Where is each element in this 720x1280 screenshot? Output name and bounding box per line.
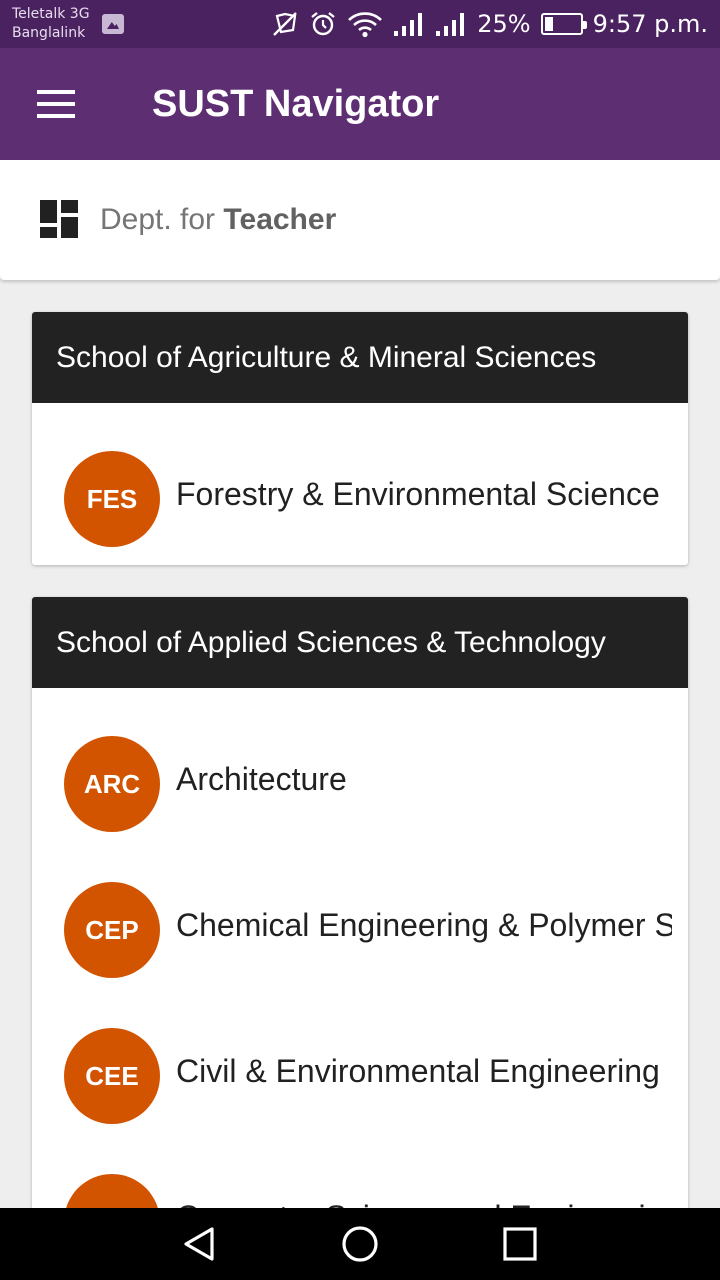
- carrier-2: Banglalink: [12, 25, 86, 41]
- app-title: SUST Navigator: [152, 82, 440, 125]
- dept-selector-label: Dept. for Teacher: [100, 203, 336, 237]
- dashboard-icon: [40, 200, 80, 240]
- image-notification-icon: [102, 14, 124, 34]
- app-bar: SUST Navigator: [0, 48, 720, 160]
- dept-name: Chemical Engineering & Polymer Science: [176, 907, 672, 943]
- school-list: School of Agriculture & Mineral Sciences…: [32, 312, 688, 1280]
- dept-name: Architecture: [176, 761, 347, 797]
- battery-icon: [540, 13, 587, 35]
- dept-code-badge: CEP: [64, 882, 160, 978]
- signal-1-icon: [394, 13, 423, 36]
- dept-code-badge: CEE: [64, 1028, 160, 1124]
- dept-selector[interactable]: Dept. for Teacher: [0, 160, 720, 280]
- school-header: School of Agriculture & Mineral Sciences: [32, 312, 688, 403]
- dept-item-cee[interactable]: CEE Civil & Environmental Engineering: [32, 1028, 688, 1174]
- carrier-info: Teletalk 3G Banglalink: [12, 5, 90, 43]
- carrier-1: Teletalk 3G: [12, 6, 90, 22]
- school-card: School of Agriculture & Mineral Sciences…: [32, 312, 688, 565]
- status-bar: Teletalk 3G Banglalink 25% 9:57 p.m.: [0, 0, 720, 48]
- hamburger-menu-icon[interactable]: [0, 48, 112, 160]
- dept-code-badge: ARC: [64, 736, 160, 832]
- signal-2-icon: [436, 13, 465, 36]
- dept-selector-audience: Teacher: [223, 203, 337, 236]
- system-nav-bar: [0, 1208, 720, 1280]
- dept-item-cep[interactable]: CEP Chemical Engineering & Polymer Scien…: [32, 882, 688, 1028]
- school-card: School of Applied Sciences & Technology …: [32, 597, 688, 1280]
- dept-code-badge: FES: [64, 451, 160, 547]
- clock: 9:57 p.m.: [592, 10, 708, 38]
- dept-item-arc[interactable]: ARC Architecture: [32, 736, 688, 882]
- school-header: School of Applied Sciences & Technology: [32, 597, 688, 688]
- dept-item-fes[interactable]: FES Forestry & Environmental Science: [32, 451, 688, 547]
- battery-percent: 25%: [477, 10, 531, 38]
- battery-fill: [544, 17, 554, 31]
- wifi-icon: [348, 12, 383, 38]
- alarm-icon: [311, 12, 335, 36]
- dept-selector-prefix: Dept. for: [100, 203, 216, 236]
- back-triangle-icon[interactable]: [140, 1208, 260, 1280]
- dept-name: Civil & Environmental Engineering: [176, 1053, 660, 1089]
- home-circle-icon[interactable]: [300, 1208, 420, 1280]
- recents-square-icon[interactable]: [460, 1208, 580, 1280]
- dept-name: Forestry & Environmental Science: [176, 476, 660, 512]
- vibrate-off-icon: [273, 12, 298, 36]
